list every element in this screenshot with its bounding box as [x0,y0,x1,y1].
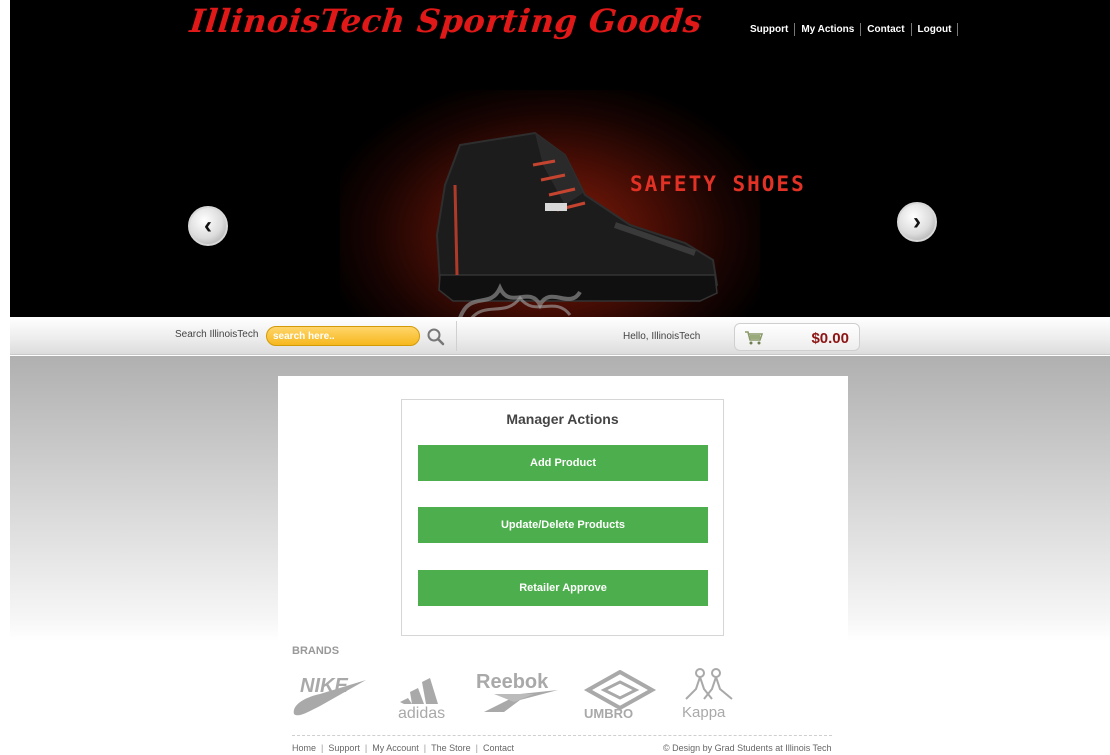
brands-title: BRANDS [292,645,340,657]
nav-link-logout[interactable]: Logout [912,23,959,36]
brand-label-adidas: adidas [398,705,445,720]
add-product-button[interactable]: Add Product [418,445,708,481]
footer-link-the-store[interactable]: The Store [431,743,471,753]
search-input[interactable] [266,326,420,346]
cart-icon [745,331,764,345]
footer-separator: | [321,743,324,753]
footer-separator: | [423,743,427,753]
user-greeting: Hello, IllinoisTech [623,331,701,342]
chevron-left-icon: ‹ [204,212,212,239]
slider-prev-button[interactable]: ‹ [188,206,228,246]
hero-banner: IllinoisTech Sporting Goods Support My A… [10,0,1110,317]
footer-link-support[interactable]: Support [328,743,360,753]
site-logo[interactable]: IllinoisTech Sporting Goods [188,2,704,40]
nav-link-support[interactable]: Support [750,23,796,36]
footer-divider [292,735,832,736]
nav-link-contact[interactable]: Contact [861,23,912,36]
brand-logos: NIKE adidas Reebok UMBRO Kappa [290,665,760,720]
footer-link-my-account[interactable]: My Account [372,743,419,753]
nav-link-my-actions[interactable]: My Actions [795,23,862,36]
brand-label-reebok: Reebok [476,671,549,693]
brand-logo-reebok[interactable]: Reebok [474,668,564,718]
smoke-decoration [458,283,582,317]
search-icon[interactable] [426,327,446,347]
search-toolbar: Search IllinoisTech Hello, IllinoisTech … [10,317,1110,355]
manager-actions-title: Manager Actions [506,411,619,427]
chevron-right-icon: › [913,208,921,235]
slider-next-button[interactable]: › [897,202,937,242]
copyright-text: © Design by Grad Students at Illinois Te… [663,743,832,753]
footer-nav: Home | Support | My Account | The Store … [292,743,514,753]
retailer-approve-button[interactable]: Retailer Approve [418,570,708,606]
brand-logo-umbro[interactable]: UMBRO [580,670,660,720]
brand-logo-kappa[interactable]: Kappa [674,665,744,720]
search-label: Search IllinoisTech [175,329,259,340]
brand-logo-adidas[interactable]: adidas [392,670,452,720]
manager-actions-panel: Manager Actions Add Product Update/Delet… [401,399,724,636]
cart-total: $0.00 [811,330,849,347]
footer-link-contact[interactable]: Contact [483,743,514,753]
footer-separator: | [475,743,478,753]
footer-separator: | [364,743,368,753]
brand-label-kappa: Kappa [682,704,726,720]
slide-caption: SAFETY SHOES [630,172,806,196]
toolbar-divider [456,321,457,351]
brand-label-umbro: UMBRO [584,706,633,720]
cart-widget[interactable]: $0.00 [734,323,860,351]
update-delete-products-button[interactable]: Update/Delete Products [418,507,708,543]
brand-logo-nike[interactable]: NIKE [290,670,370,720]
top-nav: Support My Actions Contact Logout [750,23,959,36]
footer-link-home[interactable]: Home [292,743,316,753]
